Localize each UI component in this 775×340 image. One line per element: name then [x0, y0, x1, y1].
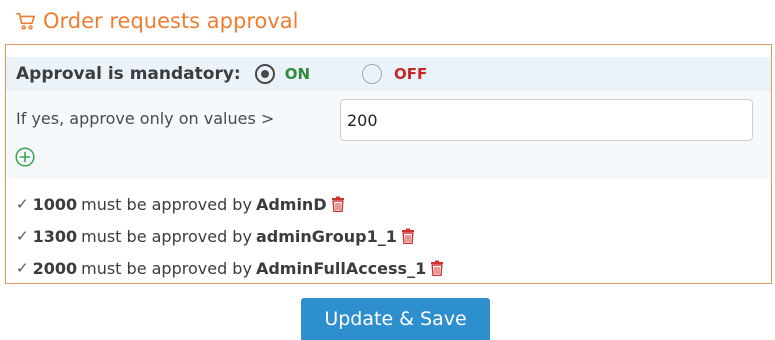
- off-radio[interactable]: [362, 64, 383, 84]
- rule-text: must be approved by: [81, 194, 252, 214]
- plus-circle-icon[interactable]: [15, 147, 35, 167]
- on-label[interactable]: ON: [285, 65, 310, 83]
- list-item: ✓ 1000 must be approved by AdminD: [16, 188, 444, 220]
- threshold-prompt: If yes, approve only on values >: [16, 109, 275, 128]
- off-label[interactable]: OFF: [394, 65, 427, 83]
- rule-approver: AdminFullAccess_1: [255, 258, 427, 278]
- on-radio[interactable]: [254, 64, 275, 84]
- mandatory-row: Approval is mandatory: ON OFF: [6, 57, 771, 91]
- threshold-value-input[interactable]: [340, 99, 753, 141]
- approval-rules-list: ✓ 1000 must be approved by AdminD ✓ 1300…: [16, 188, 444, 284]
- update-save-button[interactable]: Update & Save: [301, 298, 490, 340]
- check-icon: ✓: [16, 259, 29, 277]
- check-icon: ✓: [16, 227, 29, 245]
- approval-panel: Approval is mandatory: ON OFF If yes, ap…: [5, 44, 772, 284]
- rule-amount: 2000: [32, 258, 78, 278]
- rule-text: must be approved by: [81, 258, 252, 278]
- rule-text: must be approved by: [81, 226, 252, 246]
- list-item: ✓ 2000 must be approved by AdminFullAcce…: [16, 252, 444, 284]
- section-header: Order requests approval: [15, 6, 298, 36]
- cart-icon: [16, 12, 36, 30]
- rule-approver: AdminD: [255, 194, 327, 214]
- rule-amount: 1000: [32, 194, 78, 214]
- check-icon: ✓: [16, 195, 29, 213]
- list-item: ✓ 1300 must be approved by adminGroup1_1: [16, 220, 444, 252]
- threshold-row: If yes, approve only on values >: [6, 91, 771, 179]
- trash-icon[interactable]: [331, 196, 345, 212]
- rule-amount: 1300: [32, 226, 78, 246]
- section-title: Order requests approval: [43, 9, 299, 33]
- rule-approver: adminGroup1_1: [255, 226, 397, 246]
- trash-icon[interactable]: [430, 260, 444, 276]
- mandatory-label: Approval is mandatory:: [16, 64, 241, 84]
- trash-icon[interactable]: [401, 228, 415, 244]
